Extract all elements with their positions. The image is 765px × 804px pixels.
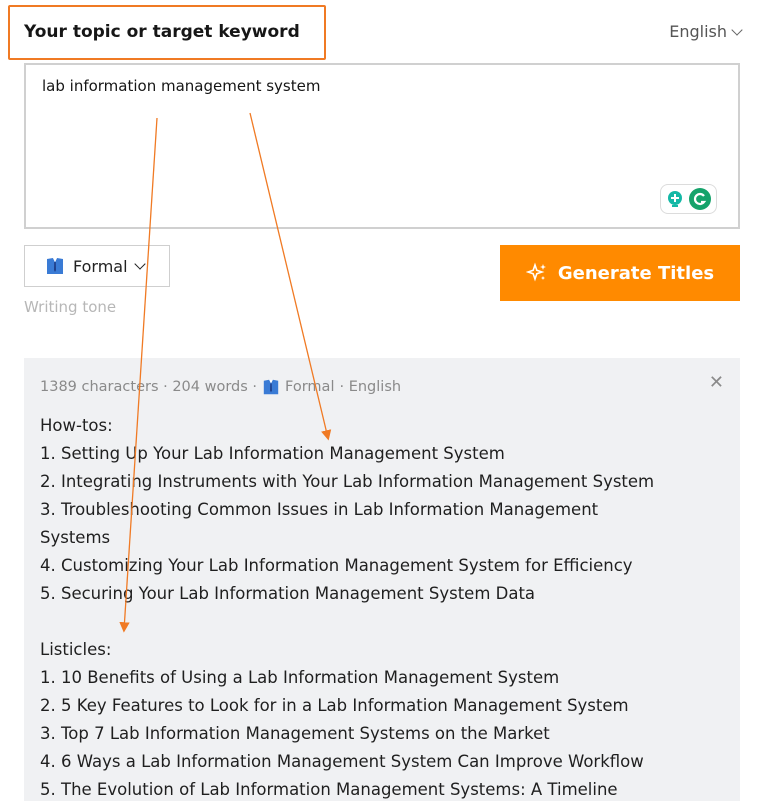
generate-titles-button[interactable]: Generate Titles — [500, 245, 740, 301]
grammarly-icon[interactable] — [688, 187, 712, 211]
result-line: 1. 10 Benefits of Using a Lab Informatio… — [40, 668, 560, 687]
keyword-input[interactable]: lab information management system — [24, 63, 740, 229]
generate-titles-label: Generate Titles — [557, 262, 715, 284]
result-line: How-tos: — [40, 416, 113, 435]
result-tone: Formal — [285, 379, 335, 395]
result-line: 2. 5 Key Features to Look for in a Lab I… — [40, 696, 629, 715]
result-line: 4. 6 Ways a Lab Information Management S… — [40, 752, 644, 771]
chevron-down-icon — [133, 258, 146, 270]
tone-select[interactable]: Formal — [24, 245, 170, 287]
result-line: 2. Integrating Instruments with Your Lab… — [40, 472, 655, 491]
result-line: Listicles: — [40, 640, 112, 659]
plus-bulb-icon[interactable] — [666, 190, 684, 208]
result-stats: 1389 characters · 204 words · — [40, 379, 258, 395]
result-line: 3. Top 7 Lab Information Management Syst… — [40, 724, 550, 743]
language-select[interactable]: English — [669, 22, 743, 41]
result-line: Systems — [40, 528, 111, 547]
result-line: 4. Customizing Your Lab Information Mana… — [40, 556, 633, 575]
result-line: 5. Securing Your Lab Information Managem… — [40, 584, 536, 603]
sparkles-icon — [525, 262, 546, 282]
close-icon[interactable]: ✕ — [709, 372, 724, 393]
tone-hint: Writing tone — [24, 298, 117, 316]
language-select-label: English — [669, 22, 727, 41]
result-meta: 1389 characters · 204 words · Formal · E… — [40, 378, 724, 396]
result-line: 5. The Evolution of Lab Information Mana… — [40, 780, 618, 799]
extension-icons — [660, 184, 717, 214]
suit-icon — [47, 258, 63, 274]
tone-select-label: Formal — [73, 256, 128, 276]
result-lines: How-tos: 1. Setting Up Your Lab Informati… — [40, 412, 724, 804]
result-line — [40, 608, 724, 636]
chevron-down-icon — [731, 23, 743, 36]
suit-icon — [263, 379, 279, 395]
result-panel: 1389 characters · 204 words · Formal · E… — [24, 358, 740, 801]
result-line: 1. Setting Up Your Lab Information Manag… — [40, 444, 505, 463]
keyword-section-label: Your topic or target keyword — [8, 5, 326, 60]
result-language: · English — [339, 379, 402, 395]
result-line: 3. Troubleshooting Common Issues in Lab … — [40, 500, 599, 519]
